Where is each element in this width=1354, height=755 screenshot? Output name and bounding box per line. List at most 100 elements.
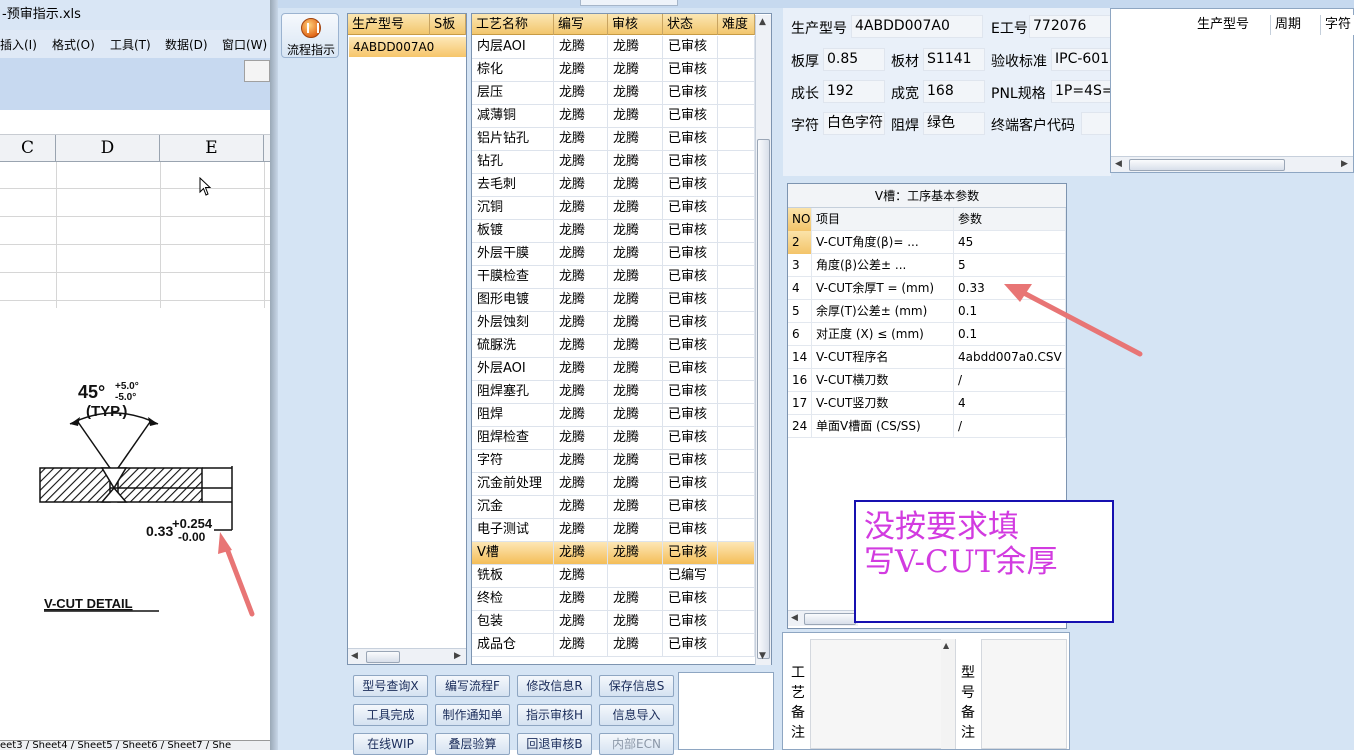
model-list-hscroll[interactable]: ◀ ▶ bbox=[348, 648, 466, 664]
action-button[interactable]: 型号查询X bbox=[353, 675, 428, 697]
column-header-d[interactable]: D bbox=[56, 135, 160, 162]
process-row[interactable]: 去毛刺 龙腾 龙腾 已审核 bbox=[472, 174, 755, 197]
scroll-up-icon[interactable]: ▲ bbox=[943, 641, 949, 650]
process-row[interactable]: 减薄铜 龙腾 龙腾 已审核 bbox=[472, 105, 755, 128]
flow-instruction-button[interactable]: 流程指示 bbox=[281, 13, 339, 58]
material-value[interactable]: S1141 bbox=[923, 48, 985, 71]
param-col-no[interactable]: NO bbox=[788, 208, 812, 231]
process-row[interactable]: 阻焊 龙腾 龙腾 已审核 bbox=[472, 404, 755, 427]
action-button[interactable]: 工具完成 bbox=[353, 704, 428, 726]
excel-menu-insert[interactable]: 插入(I) bbox=[0, 36, 37, 53]
standard-value[interactable]: IPC-6012 bbox=[1051, 48, 1111, 71]
process-row[interactable]: 包装 龙腾 龙腾 已审核 bbox=[472, 611, 755, 634]
column-header-c[interactable]: C bbox=[0, 135, 56, 162]
process-row[interactable]: 棕化 龙腾 龙腾 已审核 bbox=[472, 59, 755, 82]
mini-col-period[interactable]: 周期 bbox=[1271, 15, 1321, 35]
action-button[interactable]: 指示审核H bbox=[517, 704, 592, 726]
excel-menu-tools[interactable]: 工具(T) bbox=[110, 36, 151, 53]
scroll-left-icon[interactable]: ◀ bbox=[791, 613, 798, 623]
excel-toolbar-box[interactable] bbox=[244, 60, 270, 82]
mini-col-model[interactable]: 生产型号 bbox=[1193, 15, 1271, 35]
col-process-name[interactable]: 工艺名称 bbox=[472, 14, 554, 35]
process-row[interactable]: 图形电镀 龙腾 龙腾 已审核 bbox=[472, 289, 755, 312]
process-row[interactable]: 沉金 龙腾 龙腾 已审核 bbox=[472, 496, 755, 519]
process-table-vscroll[interactable]: ▲ ▼ bbox=[755, 15, 771, 665]
scroll-thumb[interactable] bbox=[757, 139, 770, 659]
param-row[interactable]: 24 单面V槽面 (CS/SS) / bbox=[788, 415, 1066, 438]
model-remark-textarea[interactable] bbox=[981, 639, 1067, 749]
model-header-model[interactable]: 生产型号 bbox=[348, 14, 430, 35]
action-button[interactable]: 编写流程F bbox=[435, 675, 510, 697]
length-value[interactable]: 192 bbox=[823, 80, 885, 103]
process-row[interactable]: 板镀 龙腾 龙腾 已审核 bbox=[472, 220, 755, 243]
excel-menu-data[interactable]: 数据(D) bbox=[165, 36, 208, 53]
model-value[interactable]: 4ABDD007A0 bbox=[851, 15, 983, 38]
process-row[interactable]: 沉铜 龙腾 龙腾 已审核 bbox=[472, 197, 755, 220]
process-cell-name: 铝片钻孔 bbox=[472, 128, 554, 151]
action-button[interactable]: 保存信息S bbox=[599, 675, 674, 697]
process-row[interactable]: 层压 龙腾 龙腾 已审核 bbox=[472, 82, 755, 105]
scroll-thumb[interactable] bbox=[804, 613, 856, 625]
scroll-up-icon[interactable]: ▲ bbox=[759, 17, 766, 27]
scroll-down-icon[interactable]: ▼ bbox=[759, 651, 766, 661]
customer-value[interactable] bbox=[1081, 112, 1111, 135]
col-writer[interactable]: 编写 bbox=[554, 14, 608, 35]
param-col-item[interactable]: 项目 bbox=[812, 208, 954, 231]
action-button[interactable]: 制作通知单 bbox=[435, 704, 510, 726]
action-button[interactable]: 信息导入 bbox=[599, 704, 674, 726]
process-row[interactable]: 阻焊检查 龙腾 龙腾 已审核 bbox=[472, 427, 755, 450]
process-row[interactable]: 外层干膜 龙腾 龙腾 已审核 bbox=[472, 243, 755, 266]
action-button[interactable]: 叠层验算 bbox=[435, 733, 510, 755]
action-button[interactable]: 在线WIP bbox=[353, 733, 428, 755]
action-button[interactable]: 回退审核B bbox=[517, 733, 592, 755]
scroll-left-icon[interactable]: ◀ bbox=[351, 651, 358, 661]
process-row[interactable]: 成品仓 龙腾 龙腾 已审核 bbox=[472, 634, 755, 657]
process-row[interactable]: 钻孔 龙腾 龙腾 已审核 bbox=[472, 151, 755, 174]
process-row[interactable]: 字符 龙腾 龙腾 已审核 bbox=[472, 450, 755, 473]
char-value[interactable]: 白色字符 bbox=[823, 112, 885, 135]
mini-col-char[interactable]: 字符 bbox=[1321, 15, 1354, 35]
mini-table-hscroll[interactable]: ◀ ▶ bbox=[1111, 156, 1353, 172]
process-remark-textarea[interactable] bbox=[810, 639, 956, 749]
scroll-left-icon[interactable]: ◀ bbox=[1115, 159, 1122, 169]
process-row[interactable]: 终检 龙腾 龙腾 已审核 bbox=[472, 588, 755, 611]
param-col-value[interactable]: 参数 bbox=[954, 208, 1066, 231]
col-difficulty[interactable]: 难度 bbox=[718, 14, 755, 35]
excel-menu-format[interactable]: 格式(O) bbox=[52, 36, 95, 53]
process-row[interactable]: 外层AOI 龙腾 龙腾 已审核 bbox=[472, 358, 755, 381]
action-button[interactable]: 修改信息R bbox=[517, 675, 592, 697]
scroll-right-icon[interactable]: ▶ bbox=[454, 651, 461, 661]
model-header-s[interactable]: S板 bbox=[430, 14, 466, 35]
param-row[interactable]: 2 V-CUT角度(β)= ... 45 bbox=[788, 231, 1066, 254]
action-button[interactable]: 内部ECN bbox=[599, 733, 674, 755]
process-row[interactable]: 沉金前处理 龙腾 龙腾 已审核 bbox=[472, 473, 755, 496]
scroll-thumb[interactable] bbox=[366, 651, 400, 663]
column-header-e[interactable]: E bbox=[160, 135, 264, 162]
process-row[interactable]: 硫脲洗 龙腾 龙腾 已审核 bbox=[472, 335, 755, 358]
col-reviewer[interactable]: 审核 bbox=[608, 14, 663, 35]
process-row-selected[interactable]: V槽 龙腾 龙腾 已审核 bbox=[472, 542, 755, 565]
pnl-value[interactable]: 1P=4S=4 bbox=[1051, 80, 1111, 103]
process-row[interactable]: 外层蚀刻 龙腾 龙腾 已审核 bbox=[472, 312, 755, 335]
process-row[interactable]: 干膜检查 龙腾 龙腾 已审核 bbox=[472, 266, 755, 289]
process-row[interactable]: 铣板 龙腾 已编写 bbox=[472, 565, 755, 588]
note-textbox[interactable] bbox=[678, 672, 774, 750]
param-hscroll[interactable]: ◀ bbox=[788, 610, 858, 626]
param-row[interactable]: 16 V-CUT横刀数 / bbox=[788, 369, 1066, 392]
col-status[interactable]: 状态 bbox=[663, 14, 718, 35]
width-value[interactable]: 168 bbox=[923, 80, 985, 103]
model-list-item-selected[interactable]: 4ABDD007A0 bbox=[349, 37, 466, 57]
param-row[interactable]: 17 V-CUT竖刀数 4 bbox=[788, 392, 1066, 415]
excel-menu-window[interactable]: 窗口(W) bbox=[222, 36, 267, 53]
process-row[interactable]: 内层AOI 龙腾 龙腾 已审核 bbox=[472, 36, 755, 59]
scroll-thumb[interactable] bbox=[1129, 159, 1285, 171]
drawing-angle-label: 45° bbox=[78, 382, 105, 402]
process-remark-vscroll[interactable]: ▲ bbox=[941, 639, 955, 749]
process-row[interactable]: 电子测试 龙腾 龙腾 已审核 bbox=[472, 519, 755, 542]
scroll-right-icon[interactable]: ▶ bbox=[1341, 159, 1348, 169]
mask-value[interactable]: 绿色 bbox=[923, 112, 985, 135]
process-row[interactable]: 铝片钻孔 龙腾 龙腾 已审核 bbox=[472, 128, 755, 151]
excel-sheet-tabs[interactable]: eet3 / Sheet4 / Sheet5 / Sheet6 / Sheet7… bbox=[0, 740, 278, 750]
process-row[interactable]: 阻焊塞孔 龙腾 龙腾 已审核 bbox=[472, 381, 755, 404]
thickness-value[interactable]: 0.85 bbox=[823, 48, 885, 71]
